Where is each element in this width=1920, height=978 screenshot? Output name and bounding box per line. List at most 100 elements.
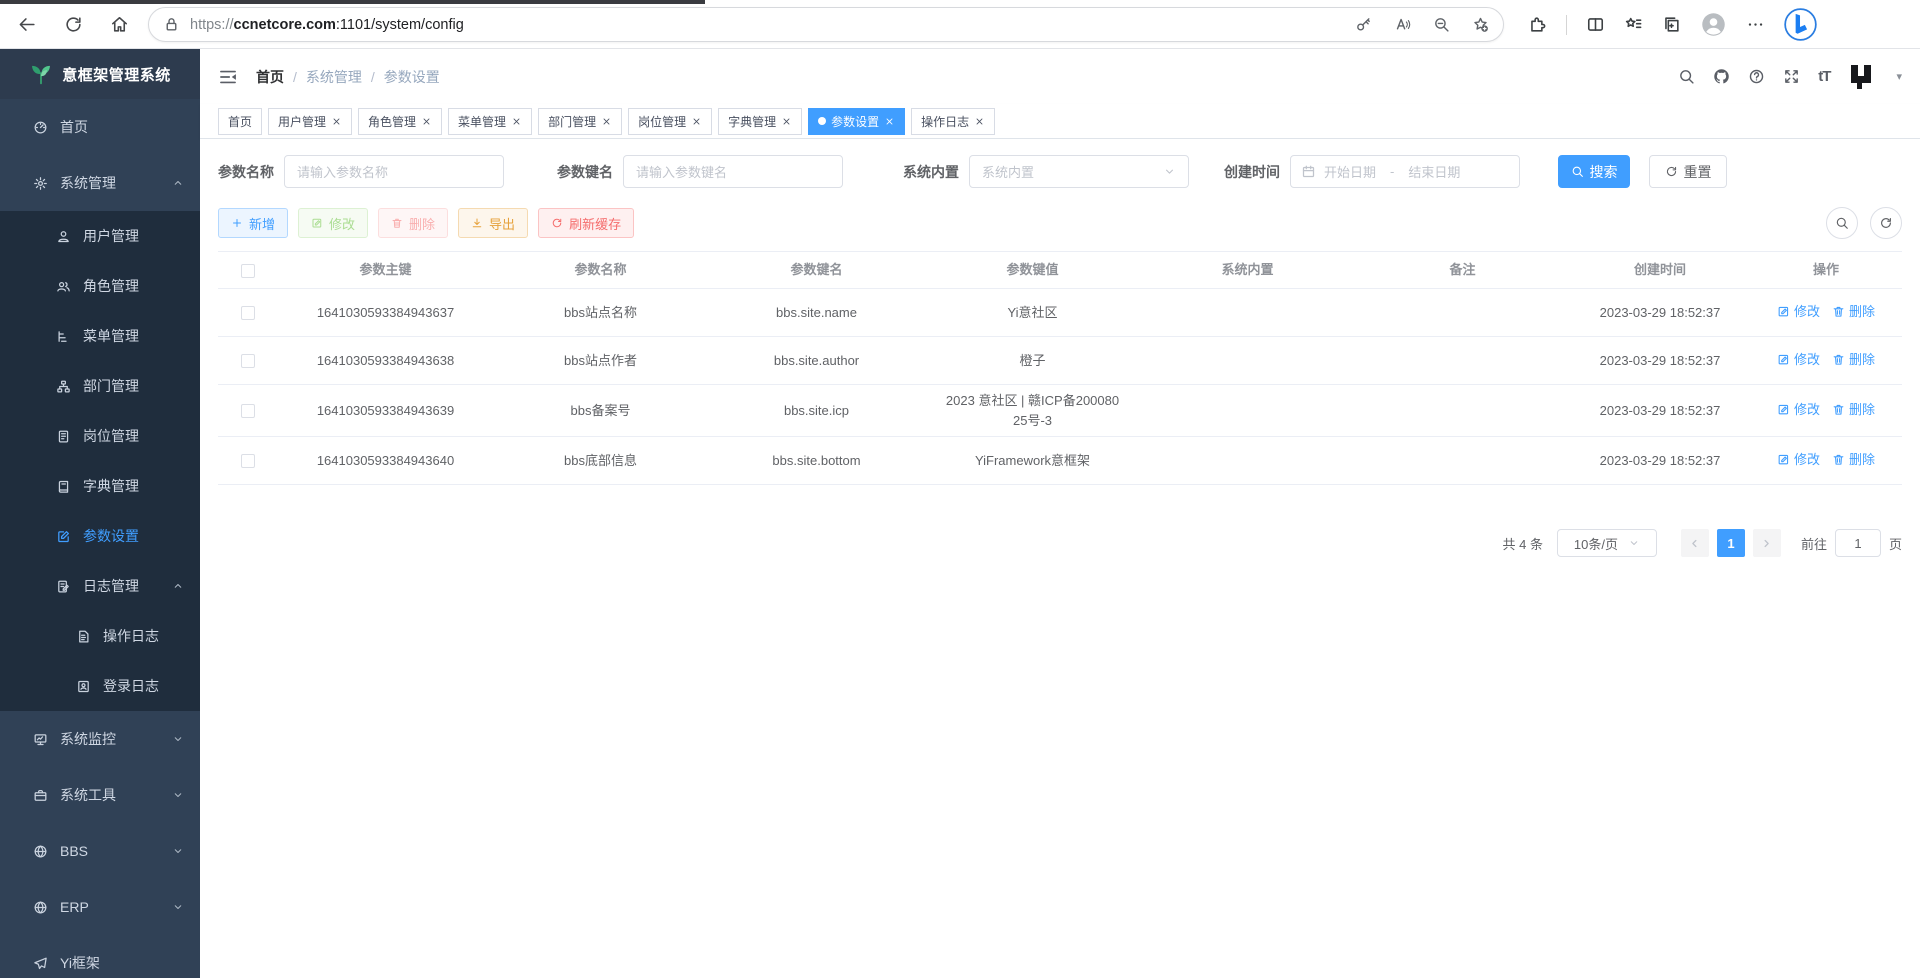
tab-dept-management[interactable]: 部门管理 <box>538 108 622 135</box>
sidebar-item-user-management[interactable]: 用户管理 <box>0 211 200 261</box>
cell-name: bbs站点名称 <box>493 297 708 329</box>
next-page-button[interactable] <box>1753 529 1781 557</box>
help-icon[interactable] <box>1748 68 1765 85</box>
row-checkbox[interactable] <box>241 454 255 468</box>
sidebar-item-dict-management[interactable]: 字典管理 <box>0 461 200 511</box>
close-tab-icon[interactable] <box>974 116 985 127</box>
select-all-checkbox[interactable] <box>241 264 255 278</box>
close-tab-icon[interactable] <box>601 116 612 127</box>
sidebar-item-yi-framework[interactable]: Yi框架 <box>0 935 200 978</box>
password-key-icon[interactable] <box>1355 16 1372 33</box>
breadcrumb-home[interactable]: 首页 <box>256 67 284 87</box>
sidebar-item-post-management[interactable]: 岗位管理 <box>0 411 200 461</box>
tab-menu-management[interactable]: 菜单管理 <box>448 108 532 135</box>
tab-role-management[interactable]: 角色管理 <box>358 108 442 135</box>
read-aloud-icon[interactable] <box>1394 16 1411 33</box>
row-edit-link[interactable]: 修改 <box>1777 350 1820 370</box>
row-checkbox[interactable] <box>241 306 255 320</box>
prev-page-button[interactable] <box>1681 529 1709 557</box>
tab-user-management[interactable]: 用户管理 <box>268 108 352 135</box>
bing-chat-icon[interactable] <box>1784 8 1817 41</box>
toolbar-divider <box>1566 15 1567 35</box>
refresh-table-button[interactable] <box>1870 207 1902 239</box>
row-checkbox[interactable] <box>241 354 255 368</box>
tab-dict-management[interactable]: 字典管理 <box>718 108 802 135</box>
row-edit-link[interactable]: 修改 <box>1777 400 1820 420</box>
page-number-button[interactable]: 1 <box>1717 529 1745 557</box>
sidebar-item-bbs[interactable]: BBS <box>0 823 200 879</box>
sidebar-item-system-tools[interactable]: 系统工具 <box>0 767 200 823</box>
tab-operation-log[interactable]: 操作日志 <box>911 108 995 135</box>
param-name-input[interactable]: 请输入参数名称 <box>284 155 504 188</box>
close-tab-icon[interactable] <box>331 116 342 127</box>
add-button[interactable]: 新增 <box>218 208 288 238</box>
row-edit-link[interactable]: 修改 <box>1777 302 1820 322</box>
row-delete-link[interactable]: 删除 <box>1832 302 1875 322</box>
sidebar-item-home[interactable]: 首页 <box>0 99 200 155</box>
close-tab-icon[interactable] <box>691 116 702 127</box>
param-name-label: 参数名称 <box>218 162 274 182</box>
row-checkbox[interactable] <box>241 404 255 418</box>
url-text[interactable]: https://ccnetcore.com:1101/system/config <box>190 17 1345 33</box>
sidebar-item-label: 用户管理 <box>83 226 139 246</box>
close-tab-icon[interactable] <box>781 116 792 127</box>
page-size-select[interactable]: 10条/页 <box>1557 529 1657 557</box>
close-tab-icon[interactable] <box>421 116 432 127</box>
sidebar-item-system-management[interactable]: 系统管理 <box>0 155 200 211</box>
refresh-cache-button[interactable]: 刷新缓存 <box>538 208 634 238</box>
goto-label: 前往 <box>1801 534 1827 553</box>
split-screen-icon[interactable] <box>1586 15 1605 34</box>
tab-param-settings[interactable]: 参数设置 <box>808 108 905 135</box>
collections-icon[interactable] <box>1662 15 1681 34</box>
date-range-input[interactable]: 开始日期 - 结束日期 <box>1290 155 1520 188</box>
avatar-caret-down-icon[interactable]: ▾ <box>1896 70 1902 83</box>
goto-page-input[interactable]: 1 <box>1835 529 1881 557</box>
address-bar[interactable]: https://ccnetcore.com:1101/system/config <box>148 7 1504 42</box>
sidebar-item-role-management[interactable]: 角色管理 <box>0 261 200 311</box>
export-button[interactable]: 导出 <box>458 208 528 238</box>
favorites-bar-icon[interactable] <box>1624 15 1643 34</box>
builtin-select[interactable]: 系统内置 <box>969 155 1189 188</box>
close-tab-icon[interactable] <box>511 116 522 127</box>
row-delete-link[interactable]: 删除 <box>1832 350 1875 370</box>
hamburger-icon[interactable] <box>218 67 238 87</box>
tab-post-management[interactable]: 岗位管理 <box>628 108 712 135</box>
sidebar-item-login-log[interactable]: 登录日志 <box>0 661 200 711</box>
app-logo[interactable]: 意框架管理系统 <box>0 49 200 99</box>
browser-profile-avatar[interactable] <box>1700 11 1727 38</box>
browser-refresh-button[interactable] <box>58 9 88 39</box>
browser-back-button[interactable] <box>12 9 42 39</box>
extensions-icon[interactable] <box>1528 15 1547 34</box>
github-icon[interactable] <box>1713 68 1730 85</box>
row-delete-link[interactable]: 删除 <box>1832 400 1875 420</box>
edit-pen-icon <box>1777 403 1790 416</box>
search-button[interactable]: 搜索 <box>1558 155 1630 188</box>
delete-button[interactable]: 删除 <box>378 208 448 238</box>
param-key-input[interactable]: 请输入参数键名 <box>623 155 843 188</box>
row-edit-link[interactable]: 修改 <box>1777 450 1820 470</box>
row-delete-link[interactable]: 删除 <box>1832 450 1875 470</box>
sidebar-item-operation-log[interactable]: 操作日志 <box>0 611 200 661</box>
content: 参数名称 请输入参数名称 参数键名 请输入参数键名 系统内置 系统内置 创建时间… <box>200 139 1920 978</box>
sidebar-item-system-monitor[interactable]: 系统监控 <box>0 711 200 767</box>
zoom-out-icon[interactable] <box>1433 16 1450 33</box>
browser-home-button[interactable] <box>104 9 134 39</box>
sidebar-item-dept-management[interactable]: 部门管理 <box>0 361 200 411</box>
search-icon[interactable] <box>1678 68 1695 85</box>
font-size-icon[interactable]: tT <box>1818 68 1830 85</box>
close-tab-icon[interactable] <box>884 116 895 127</box>
toggle-search-button[interactable] <box>1826 207 1858 239</box>
sidebar-item-log-management[interactable]: 日志管理 <box>0 561 200 611</box>
edit-button[interactable]: 修改 <box>298 208 368 238</box>
tab-home[interactable]: 首页 <box>218 108 262 135</box>
reset-button[interactable]: 重置 <box>1649 155 1727 188</box>
cell-value: YiFramework意框架 <box>925 445 1140 477</box>
sidebar-item-param-settings[interactable]: 参数设置 <box>0 511 200 561</box>
favorite-add-icon[interactable] <box>1472 16 1489 33</box>
user-avatar[interactable] <box>1848 62 1878 92</box>
fullscreen-icon[interactable] <box>1783 68 1800 85</box>
end-date-placeholder: 结束日期 <box>1408 162 1460 181</box>
sidebar-item-menu-management[interactable]: 菜单管理 <box>0 311 200 361</box>
sidebar-item-erp[interactable]: ERP <box>0 879 200 935</box>
browser-more-icon[interactable] <box>1746 15 1765 34</box>
